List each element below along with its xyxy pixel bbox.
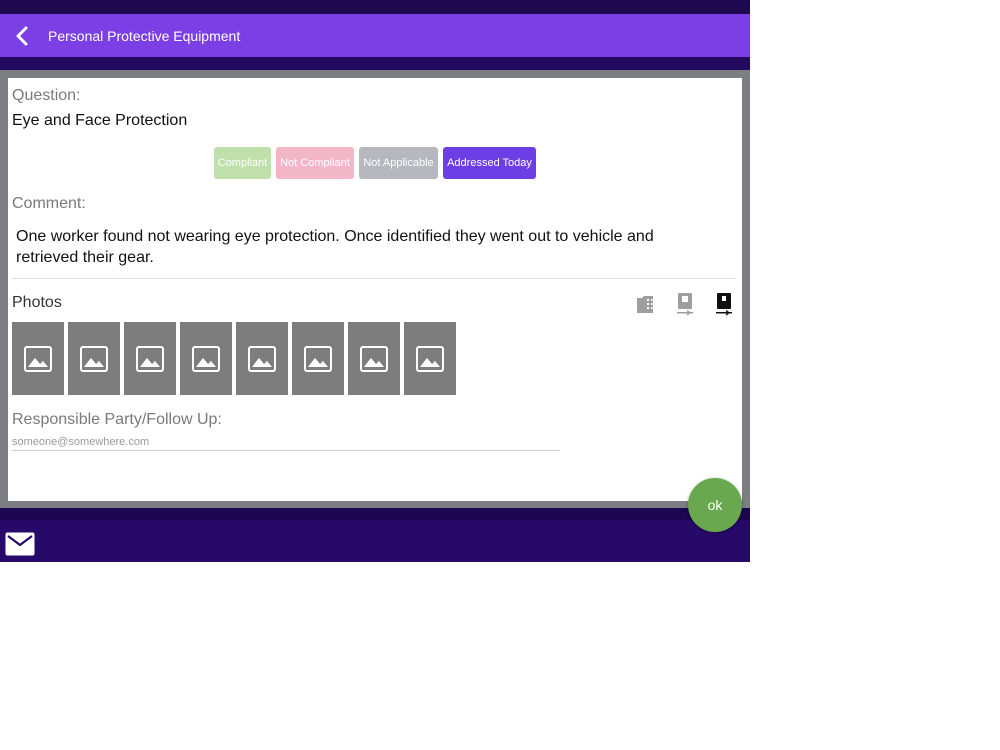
header-divider: [0, 57, 750, 70]
photo-library-button[interactable]: [633, 291, 657, 317]
responsible-party-input[interactable]: [12, 434, 560, 451]
addressed-today-button[interactable]: Addressed Today: [443, 147, 536, 179]
bottom-toolbar-edge: [0, 508, 750, 520]
question-label: Question:: [12, 87, 81, 104]
not-applicable-button[interactable]: Not Applicable: [359, 147, 438, 179]
photos-label: Photos: [12, 294, 62, 311]
image-placeholder-icon: [416, 345, 444, 372]
mail-icon: [5, 532, 35, 556]
image-placeholder-icon: [360, 345, 388, 372]
photo-thumbnail[interactable]: [348, 322, 400, 395]
divider: [12, 278, 736, 279]
image-placeholder-icon: [136, 345, 164, 372]
mail-button[interactable]: [5, 532, 35, 556]
photo-thumbnail[interactable]: [12, 322, 64, 395]
status-bar: [0, 0, 750, 14]
app-window: Personal Protective Equipment Question: …: [0, 0, 750, 562]
photo-thumbnail[interactable]: [180, 322, 232, 395]
photo-thumbnail[interactable]: [236, 322, 288, 395]
photo-thumbnail[interactable]: [68, 322, 120, 395]
status-button-group: Compliant Not Compliant Not Applicable A…: [214, 147, 536, 179]
image-placeholder-icon: [192, 345, 220, 372]
photo-thumbnail[interactable]: [124, 322, 176, 395]
photo-strip: [12, 322, 456, 395]
not-compliant-button[interactable]: Not Compliant: [276, 147, 354, 179]
back-button[interactable]: [2, 14, 42, 57]
image-placeholder-icon: [248, 345, 276, 372]
upload-photo-button[interactable]: [673, 291, 697, 317]
nav-bar: Personal Protective Equipment: [0, 14, 750, 57]
image-placeholder-icon: [80, 345, 108, 372]
bottom-toolbar: [0, 508, 750, 562]
image-placeholder-icon: [24, 345, 52, 372]
download-photo-icon: [716, 293, 732, 316]
page-title: Personal Protective Equipment: [48, 27, 241, 44]
chevron-left-icon: [16, 26, 28, 45]
compliant-button[interactable]: Compliant: [214, 147, 271, 179]
photo-library-icon: [637, 296, 653, 313]
responsible-party-label: Responsible Party/Follow Up:: [12, 411, 222, 428]
upload-photo-icon: [677, 293, 693, 316]
card-frame: Question: Eye and Face Protection Compli…: [0, 70, 750, 508]
question-text: Eye and Face Protection: [12, 112, 188, 129]
download-photo-button[interactable]: [712, 291, 736, 317]
comment-text[interactable]: One worker found not wearing eye protect…: [16, 226, 716, 268]
photo-thumbnail[interactable]: [404, 322, 456, 395]
question-card: Question: Eye and Face Protection Compli…: [8, 78, 742, 501]
comment-label: Comment:: [12, 195, 86, 212]
ok-button[interactable]: ok: [688, 478, 742, 532]
image-placeholder-icon: [304, 345, 332, 372]
photo-thumbnail[interactable]: [292, 322, 344, 395]
